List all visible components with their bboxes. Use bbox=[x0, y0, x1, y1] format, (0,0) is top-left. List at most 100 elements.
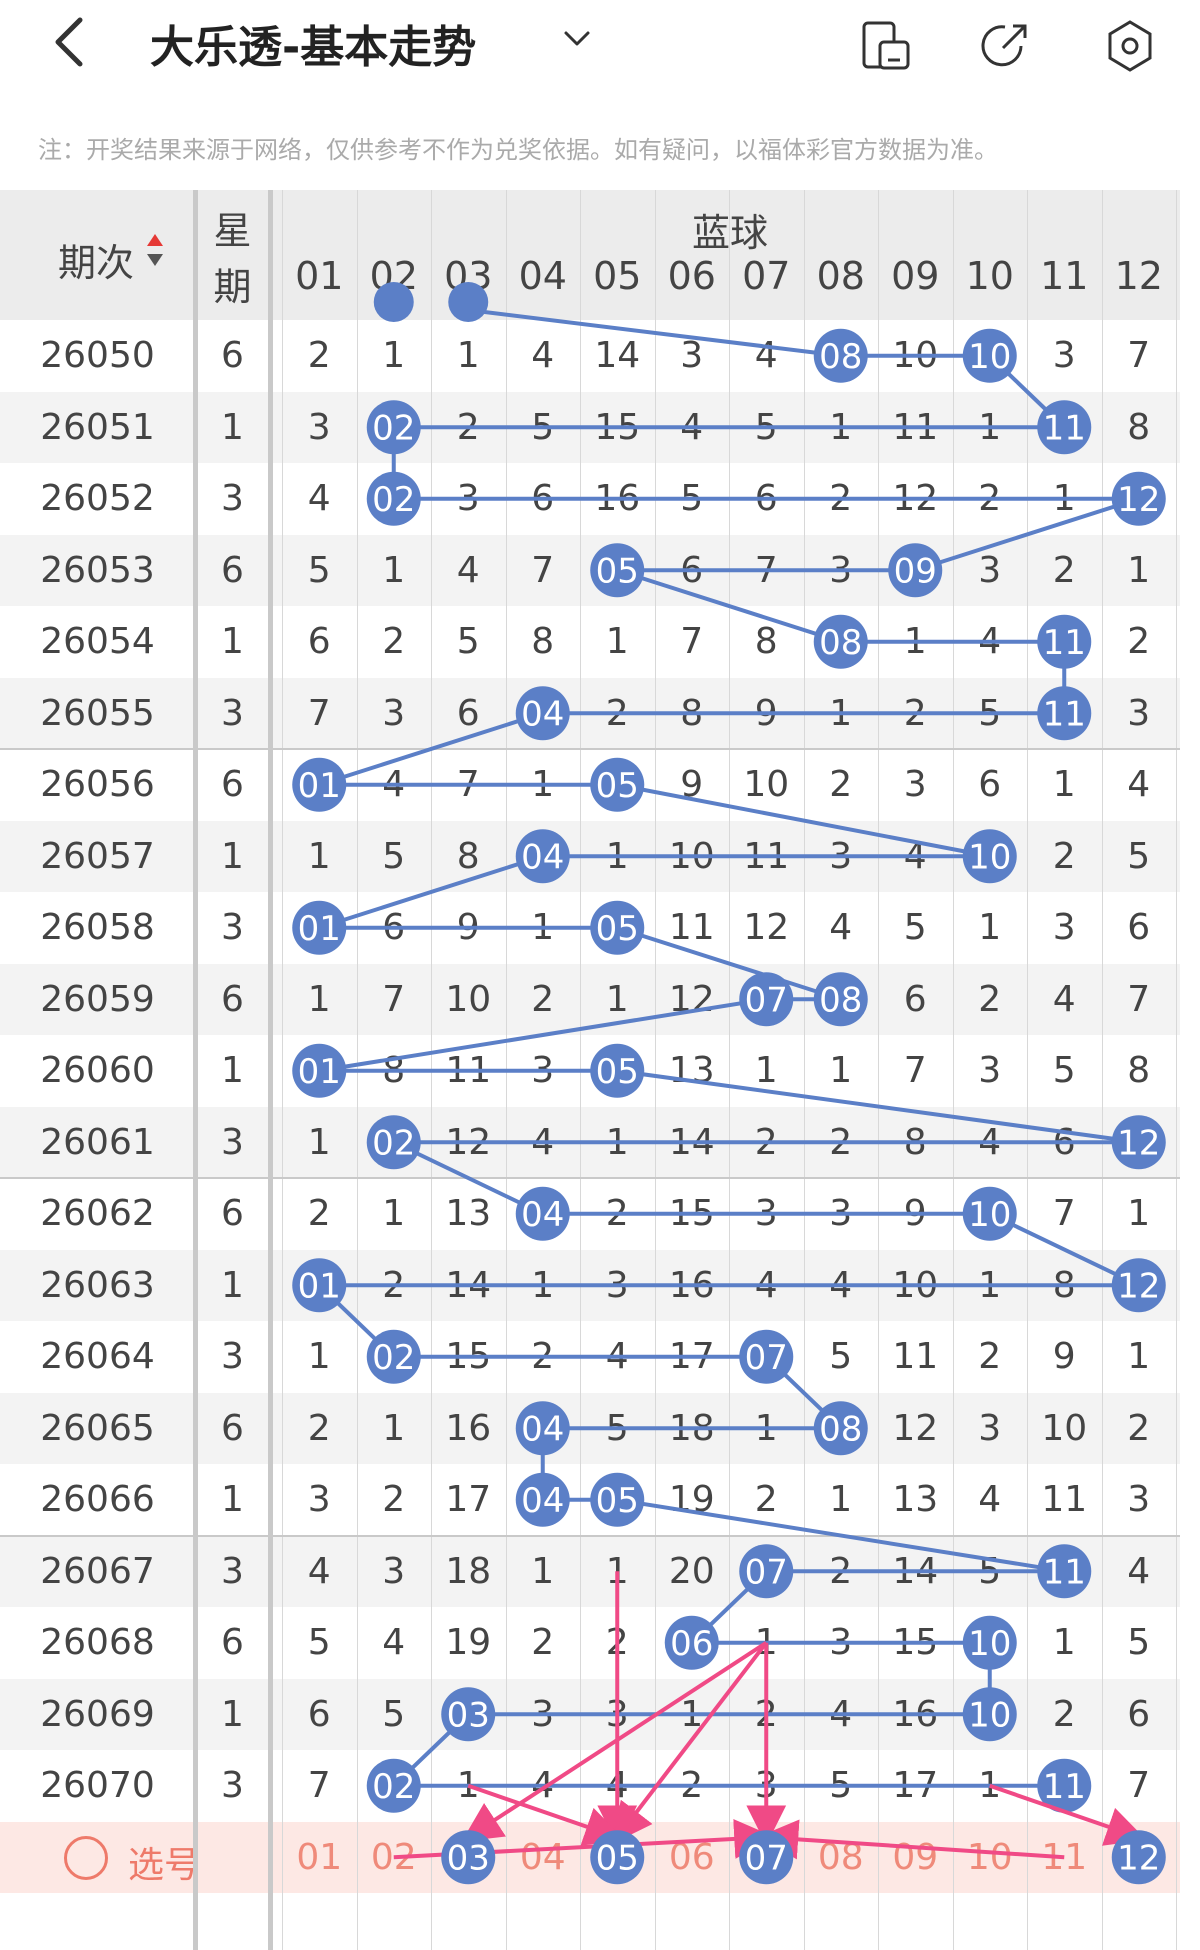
ball-26056-5: 05 bbox=[590, 757, 645, 812]
trend-line bbox=[914, 496, 1140, 573]
svg-text:11: 11 bbox=[1043, 623, 1086, 663]
svg-text:04: 04 bbox=[521, 837, 564, 877]
selected-pick-ball[interactable]: 12 bbox=[1111, 1830, 1166, 1885]
svg-text:04: 04 bbox=[521, 1409, 564, 1449]
trend-overlay: 08 10 02 11 02 12 05 09 08 11 04 11 01 05 04 10 01 05 07 08… bbox=[292, 282, 1166, 1885]
chevron-left-icon bbox=[55, 17, 83, 67]
svg-text:02: 02 bbox=[372, 408, 415, 448]
ball-26066-5: 05 bbox=[590, 1472, 645, 1527]
disclaimer-notice: 注：开奖结果来源于网络，仅供参考不作为兑奖依据。如有疑问，以福体彩官方数据为准。 bbox=[38, 136, 998, 164]
screen-toggle-icon bbox=[862, 21, 910, 70]
svg-text:11: 11 bbox=[1043, 408, 1086, 448]
svg-text:11: 11 bbox=[1043, 1552, 1086, 1592]
selected-pick-ball[interactable]: 07 bbox=[739, 1830, 794, 1885]
ball-26061-12: 12 bbox=[1111, 1115, 1166, 1170]
svg-text:02: 02 bbox=[372, 1338, 415, 1378]
screen-toggle-button[interactable] bbox=[858, 18, 914, 74]
ball-26064-7: 07 bbox=[739, 1329, 794, 1384]
ball-26067-11: 11 bbox=[1037, 1544, 1092, 1599]
ball-26057-4: 04 bbox=[515, 829, 570, 884]
ball-26051-11: 11 bbox=[1037, 400, 1092, 455]
ball-26050-10: 10 bbox=[962, 328, 1017, 383]
ball-26061-2: 02 bbox=[366, 1115, 421, 1170]
ball-26068-10: 10 bbox=[962, 1615, 1017, 1670]
svg-text:01: 01 bbox=[298, 766, 341, 806]
svg-text:12: 12 bbox=[1117, 480, 1160, 520]
arrow-line bbox=[612, 1641, 768, 1844]
selected-pick-ball[interactable]: 05 bbox=[590, 1830, 645, 1885]
svg-text:05: 05 bbox=[596, 1838, 639, 1878]
svg-text:03: 03 bbox=[447, 1838, 490, 1878]
svg-text:01: 01 bbox=[298, 1052, 341, 1092]
svg-text:12: 12 bbox=[1117, 1838, 1160, 1878]
svg-text:10: 10 bbox=[968, 1624, 1011, 1664]
ball-26054-8: 08 bbox=[813, 614, 868, 669]
ball-26069-3: 03 bbox=[441, 1687, 496, 1742]
ball-26067-7: 07 bbox=[739, 1544, 794, 1599]
svg-text:01: 01 bbox=[298, 1266, 341, 1306]
title-dropdown[interactable] bbox=[560, 22, 594, 65]
ball-26055-11: 11 bbox=[1037, 686, 1092, 741]
svg-text:07: 07 bbox=[745, 980, 788, 1020]
svg-text:02: 02 bbox=[372, 480, 415, 520]
svg-text:07: 07 bbox=[745, 1338, 788, 1378]
svg-text:05: 05 bbox=[596, 551, 639, 591]
trend-line bbox=[318, 854, 544, 930]
ball-26053-5: 05 bbox=[590, 543, 645, 598]
svg-text:01: 01 bbox=[298, 909, 341, 949]
svg-text:03: 03 bbox=[447, 1695, 490, 1735]
svg-text:05: 05 bbox=[596, 766, 639, 806]
back-button[interactable] bbox=[50, 12, 90, 87]
ball-26058-1: 01 bbox=[292, 900, 347, 955]
ball-26062-10: 10 bbox=[962, 1186, 1017, 1241]
settings-icon bbox=[1108, 20, 1152, 72]
trend-table: 2605062114143408101037260511302251545111… bbox=[0, 190, 1200, 1950]
ball-26057-10: 10 bbox=[962, 829, 1017, 884]
share-button[interactable] bbox=[977, 18, 1033, 74]
svg-text:08: 08 bbox=[819, 337, 862, 377]
ball-26068-6: 06 bbox=[664, 1615, 719, 1670]
svg-text:06: 06 bbox=[670, 1624, 713, 1664]
svg-text:10: 10 bbox=[968, 1695, 1011, 1735]
ball-26065-8: 08 bbox=[813, 1401, 868, 1456]
svg-text:07: 07 bbox=[745, 1838, 788, 1878]
ball-26050-8: 08 bbox=[813, 328, 868, 383]
svg-text:09: 09 bbox=[894, 551, 937, 591]
svg-text:04: 04 bbox=[521, 1481, 564, 1521]
arrow-line bbox=[467, 1783, 625, 1846]
ball-26052-2: 02 bbox=[366, 471, 421, 526]
svg-text:11: 11 bbox=[1043, 694, 1086, 734]
svg-text:02: 02 bbox=[372, 1767, 415, 1807]
ball-26056-1: 01 bbox=[292, 757, 347, 812]
ball-26055-4: 04 bbox=[515, 686, 570, 741]
ball-26060-5: 05 bbox=[590, 1043, 645, 1098]
selected-pick-ball[interactable]: 03 bbox=[441, 1830, 496, 1885]
svg-text:10: 10 bbox=[968, 837, 1011, 877]
ball-26059-7: 07 bbox=[739, 972, 794, 1027]
ball-26060-1: 01 bbox=[292, 1043, 347, 1098]
svg-text:08: 08 bbox=[819, 980, 862, 1020]
trend-line bbox=[616, 925, 842, 1002]
trend-line bbox=[468, 308, 841, 358]
svg-text:04: 04 bbox=[521, 1195, 564, 1235]
ball-26064-2: 02 bbox=[366, 1329, 421, 1384]
partial-ball bbox=[448, 282, 489, 322]
svg-text:12: 12 bbox=[1117, 1266, 1160, 1306]
ball-26059-8: 08 bbox=[813, 972, 868, 1027]
ball-26063-1: 01 bbox=[292, 1258, 347, 1313]
ball-26070-2: 02 bbox=[366, 1758, 421, 1813]
svg-text:08: 08 bbox=[819, 1409, 862, 1449]
ball-26058-5: 05 bbox=[590, 900, 645, 955]
share-icon bbox=[981, 24, 1027, 67]
svg-text:08: 08 bbox=[819, 623, 862, 663]
ball-26066-4: 04 bbox=[515, 1472, 570, 1527]
ball-26062-4: 04 bbox=[515, 1186, 570, 1241]
arrow-line bbox=[758, 1819, 1065, 1860]
top-bar: 大乐透-基本走势 bbox=[0, 0, 1200, 95]
trend-line bbox=[616, 568, 842, 644]
page-title[interactable]: 大乐透-基本走势 bbox=[150, 18, 476, 78]
trend-line bbox=[616, 1497, 1065, 1574]
trend-line bbox=[318, 997, 767, 1073]
settings-button[interactable] bbox=[1102, 18, 1158, 74]
svg-text:05: 05 bbox=[596, 1481, 639, 1521]
